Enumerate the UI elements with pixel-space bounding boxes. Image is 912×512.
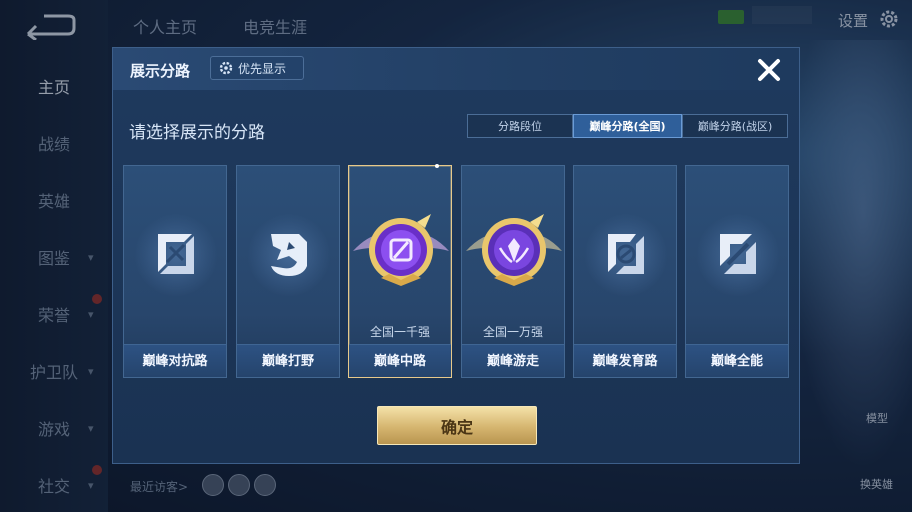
lane-name: 巅峰发育路	[592, 354, 658, 369]
lane-card-mid[interactable]: 全国一千强 巅峰中路	[348, 164, 452, 378]
lane-card-farm[interactable]: 巅峰发育路	[573, 165, 677, 378]
all-round-icon	[720, 234, 756, 274]
gear-icon	[219, 61, 233, 75]
display-lane-dialog: 展示分路 优先显示 请选择展示的分路 分路段位 巅峰分路(全国) 巅峰分路(战区…	[112, 47, 800, 464]
tab-label: 巅峰分路(战区)	[697, 120, 773, 133]
lane-name: 巅峰游走	[486, 354, 539, 369]
mid-lane-medal-icon	[353, 214, 449, 286]
selection-marker	[435, 164, 439, 168]
confirm-button[interactable]: 确定	[377, 406, 537, 445]
rank-label: 全国一万强	[482, 325, 543, 339]
lane-card-all-round[interactable]: 巅峰全能	[685, 165, 789, 378]
priority-display-button[interactable]: 优先显示	[210, 56, 304, 80]
lane-card-roam[interactable]: 全国一万强 巅峰游走	[461, 165, 565, 378]
lane-name: 巅峰中路	[373, 354, 426, 369]
roam-medal-icon	[466, 214, 562, 286]
tab-label: 分路段位	[498, 120, 542, 133]
tab-lane-rank[interactable]: 分路段位	[467, 114, 573, 138]
rank-label: 全国一千强	[369, 325, 430, 339]
lane-name: 巅峰对抗路	[142, 354, 208, 369]
dialog-header: 展示分路 优先显示	[113, 48, 799, 90]
lane-card-clash[interactable]: 巅峰对抗路	[123, 165, 227, 378]
dialog-title: 展示分路	[130, 62, 191, 80]
priority-display-label: 优先显示	[238, 61, 287, 76]
jungle-icon	[271, 234, 307, 276]
lane-name: 巅峰打野	[261, 354, 314, 369]
lane-card-jungle[interactable]: 巅峰打野	[236, 165, 340, 378]
farm-lane-icon	[608, 234, 644, 274]
tab-peak-lane-national[interactable]: 巅峰分路(全国)	[573, 114, 682, 138]
tab-peak-lane-region[interactable]: 巅峰分路(战区)	[682, 114, 788, 138]
clash-lane-icon	[158, 234, 194, 274]
confirm-label: 确定	[440, 417, 473, 437]
close-icon[interactable]	[755, 56, 783, 84]
dialog-subtitle: 请选择展示的分路	[129, 123, 265, 143]
lane-source-tabs: 分路段位 巅峰分路(全国) 巅峰分路(战区)	[467, 114, 788, 140]
lane-name: 巅峰全能	[710, 354, 763, 369]
tab-label: 巅峰分路(全国)	[589, 120, 666, 133]
